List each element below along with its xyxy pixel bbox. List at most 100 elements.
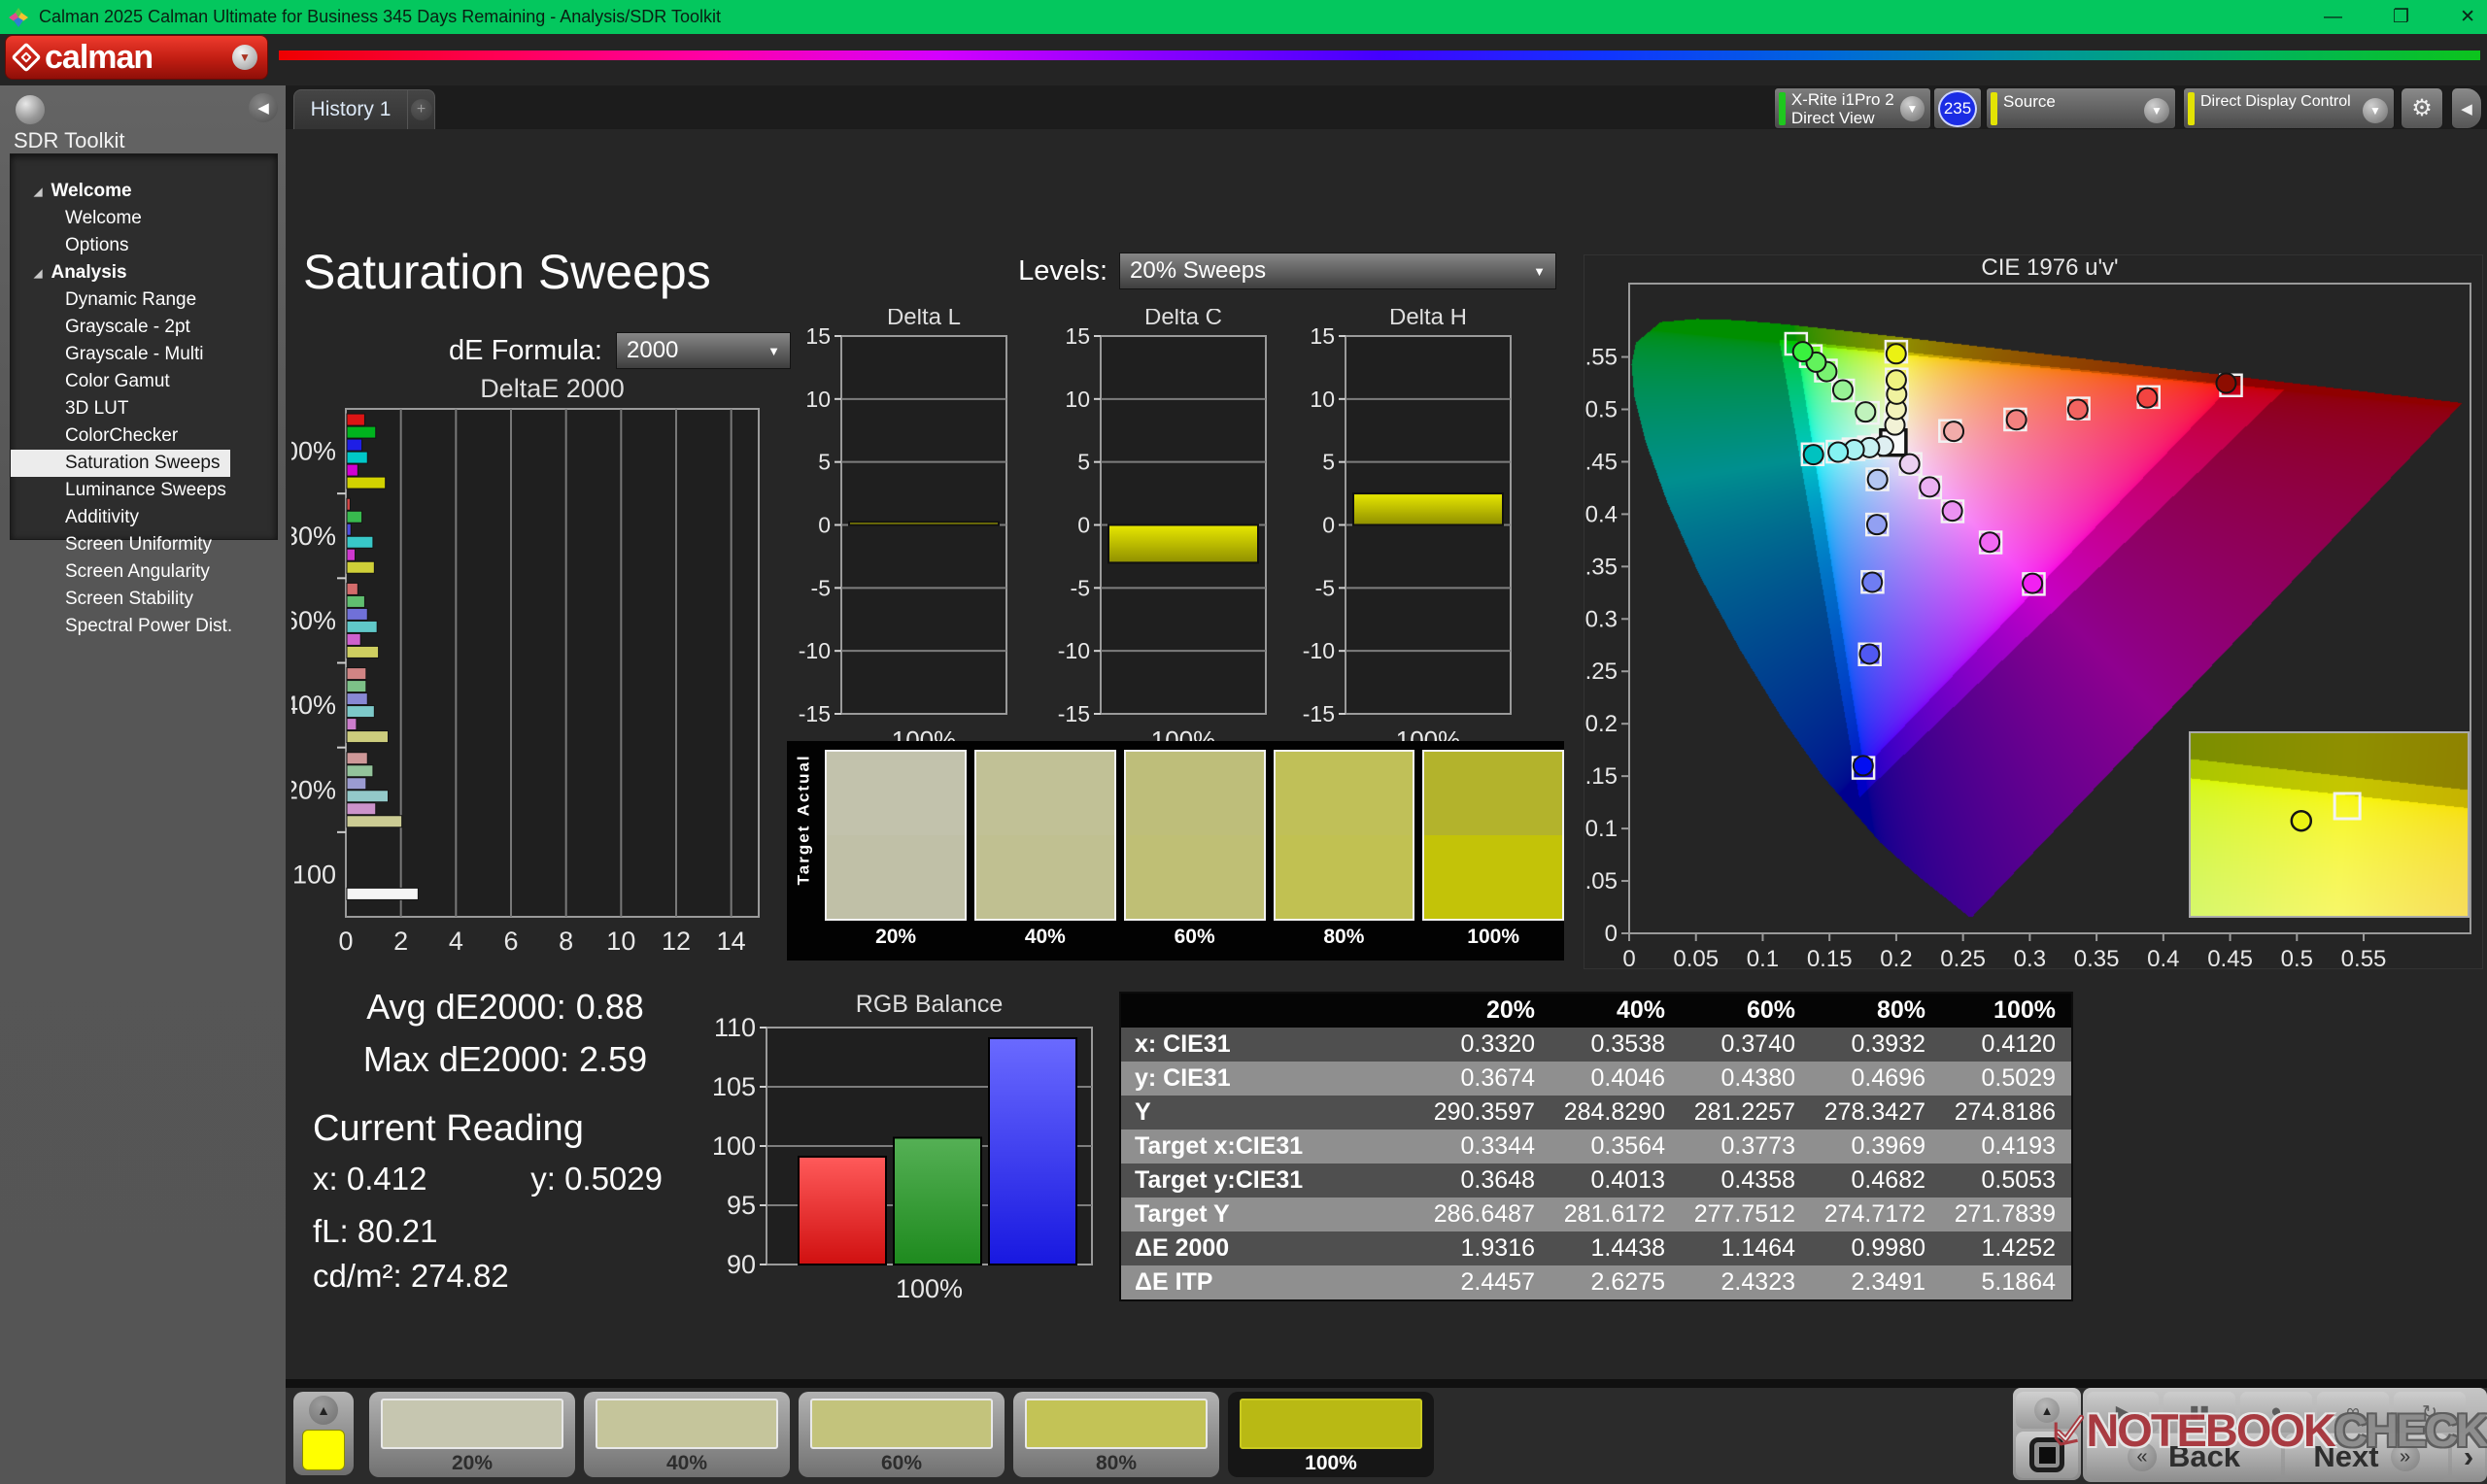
table-row: Target y:CIE31 0.3648 0.4013 0.4358 0.4682 0.… — [1121, 1164, 2071, 1197]
add-tab-button[interactable]: + — [408, 89, 435, 129]
logo-row: calman ▼ — [0, 34, 2487, 85]
svg-text:60%: 60% — [291, 606, 336, 635]
table-row: x: CIE31 0.3320 0.3538 0.3740 0.3932 0.4120 — [1121, 1028, 2071, 1062]
meter-dropdown[interactable]: X-Rite i1Pro 2 Direct View ▼ — [1774, 87, 1931, 129]
cell-value: 290.3597 — [1433, 1098, 1535, 1126]
level-swatch-button-80%[interactable]: 80% — [1013, 1392, 1219, 1477]
sidebar-item-saturation-sweeps[interactable]: Saturation Sweeps — [11, 450, 230, 477]
sidebar-item-color-gamut[interactable]: Color Gamut — [11, 368, 277, 395]
svg-text:10: 10 — [1310, 387, 1335, 412]
sidebar-orb-button[interactable] — [16, 95, 45, 124]
patch-20%: 20% — [825, 750, 967, 961]
sidebar-item-grayscale-2pt[interactable]: Grayscale - 2pt — [11, 314, 277, 341]
cell-value: 271.7839 — [1954, 1200, 2056, 1228]
source-dropdown[interactable]: Source ▼ — [1986, 87, 2176, 129]
cell-value: 286.6487 — [1433, 1200, 1535, 1228]
current-reading-heading: Current Reading — [313, 1108, 584, 1149]
svg-text:-5: -5 — [811, 575, 831, 600]
level-swatch-button-20%[interactable]: 20% — [369, 1392, 575, 1477]
cie-1976-chart: CIE 1976 u'v' 00 0.05 0.05 0.1 0.1 0.15 0.15 0.2… — [1584, 254, 2483, 970]
svg-text:0.5: 0.5 — [2281, 946, 2313, 970]
svg-text:-5: -5 — [1071, 575, 1090, 600]
sidebar-tree: ◢ Welcome Welcome Options ◢ Analysis Dynamic R… — [10, 153, 278, 636]
cell-value: 281.2257 — [1693, 1098, 1795, 1126]
close-icon[interactable]: ✕ — [2460, 6, 2475, 28]
levels-dropdown[interactable]: 20% Sweeps ▼ — [1119, 253, 1556, 289]
sidebar-item-3d-lut[interactable]: 3D LUT — [11, 395, 277, 422]
svg-text:5: 5 — [818, 450, 831, 475]
calman-diamond-icon — [11, 42, 42, 73]
svg-text:0.2: 0.2 — [1880, 946, 1912, 970]
tab-history-1[interactable]: History 1 — [293, 89, 408, 129]
actual-swatch — [1275, 752, 1414, 835]
settings-button[interactable]: ⚙ — [2401, 87, 2443, 129]
svg-text:12: 12 — [662, 927, 691, 956]
sidebar-item-spectral-power-dist-[interactable]: Spectral Power Dist. — [11, 613, 277, 640]
row-label: ΔE 2000 — [1135, 1234, 1230, 1262]
tree-group-welcome[interactable]: ◢ Welcome — [11, 178, 277, 205]
tree-group-analysis[interactable]: ◢ Analysis — [11, 259, 277, 287]
sidebar-collapse-button[interactable]: ◀ — [249, 93, 278, 122]
table-header-row: 20% 40% 60% 80% 100% — [1121, 994, 2071, 1028]
cell-value: 2.6275 — [1590, 1268, 1665, 1296]
restore-icon[interactable]: ❐ — [2393, 6, 2409, 28]
display-control-dropdown[interactable]: Direct Display Control ▼ — [2183, 87, 2395, 129]
svg-text:Delta C: Delta C — [1144, 309, 1222, 330]
calman-window: Calman 2025 Calman Ultimate for Business… — [0, 0, 2487, 1484]
pattern-color-swatch — [302, 1430, 345, 1470]
svg-text:2: 2 — [393, 927, 408, 956]
svg-text:-15: -15 — [799, 701, 831, 726]
de-formula-dropdown[interactable]: 2000 ▼ — [616, 332, 791, 369]
svg-text:100: 100 — [712, 1131, 756, 1161]
pattern-window-toggle[interactable]: ▲ — [293, 1392, 354, 1475]
cell-value: 0.4120 — [1981, 1030, 2056, 1058]
y-value: 0.5029 — [564, 1161, 663, 1197]
patch-label: 80% — [1323, 926, 1365, 948]
cell-value: 1.9316 — [1460, 1234, 1535, 1262]
cell-value: 274.8186 — [1954, 1098, 2056, 1126]
title-bar: Calman 2025 Calman Ultimate for Business… — [0, 0, 2487, 34]
svg-text:0.35: 0.35 — [1584, 554, 1618, 580]
svg-text:95: 95 — [727, 1191, 756, 1220]
level-swatch-button-60%[interactable]: 60% — [799, 1392, 1005, 1477]
sidebar-item-screen-stability[interactable]: Screen Stability — [11, 586, 277, 613]
cell-value: 1.4438 — [1590, 1234, 1665, 1262]
chevron-down-icon: ▼ — [1533, 263, 1546, 279]
svg-text:15: 15 — [1065, 323, 1090, 349]
svg-text:0.3: 0.3 — [1585, 606, 1618, 632]
table-row: Target Y 286.6487 281.6172 277.7512 274.7172… — [1121, 1197, 2071, 1231]
svg-text:90: 90 — [727, 1250, 756, 1279]
cell-value: 0.4358 — [1720, 1166, 1795, 1194]
sidebar-item-welcome[interactable]: Welcome — [11, 205, 277, 232]
patch-60%: 60% — [1123, 750, 1266, 961]
sidebar-item-colorchecker[interactable]: ColorChecker — [11, 422, 277, 450]
calman-menu-button[interactable]: calman ▼ — [5, 35, 268, 80]
window-title: Calman 2025 Calman Ultimate for Business… — [39, 7, 721, 26]
patch-100%: 100% — [1422, 750, 1565, 961]
patch-label: 60% — [1174, 926, 1215, 948]
row-label: y: CIE31 — [1135, 1064, 1231, 1092]
actual-swatch — [975, 752, 1114, 835]
cell-value: 0.5029 — [1981, 1064, 2056, 1092]
svg-text:8: 8 — [559, 927, 573, 956]
sidebar-item-grayscale-multi[interactable]: Grayscale - Multi — [11, 341, 277, 368]
cell-value: 277.7512 — [1693, 1200, 1795, 1228]
svg-text:0.25: 0.25 — [1940, 946, 1986, 970]
sidebar-item-dynamic-range[interactable]: Dynamic Range — [11, 287, 277, 314]
sidebar-item-screen-angularity[interactable]: Screen Angularity — [11, 558, 277, 586]
svg-text:5: 5 — [1322, 450, 1335, 475]
de-formula-label: dE Formula: — [449, 335, 602, 366]
sidebar-item-screen-uniformity[interactable]: Screen Uniformity — [11, 531, 277, 558]
svg-text:Delta L: Delta L — [887, 309, 961, 330]
sidebar-item-options[interactable]: Options — [11, 232, 277, 259]
sidebar-item-luminance-sweeps[interactable]: Luminance Sweeps — [11, 477, 277, 504]
target-swatch — [1424, 835, 1563, 919]
level-swatch-button-100%[interactable]: 100% — [1228, 1392, 1434, 1477]
minimize-icon[interactable]: — — [2324, 7, 2342, 28]
collapse-panel-button[interactable]: ◀ — [2451, 87, 2482, 129]
level-swatch-button-40%[interactable]: 40% — [584, 1392, 790, 1477]
chevron-down-icon: ▼ — [232, 45, 257, 70]
sidebar-item-additivity[interactable]: Additivity — [11, 504, 277, 531]
svg-text:0.05: 0.05 — [1584, 868, 1618, 894]
cd-reading: cd/m²: 274.82 — [313, 1258, 509, 1294]
